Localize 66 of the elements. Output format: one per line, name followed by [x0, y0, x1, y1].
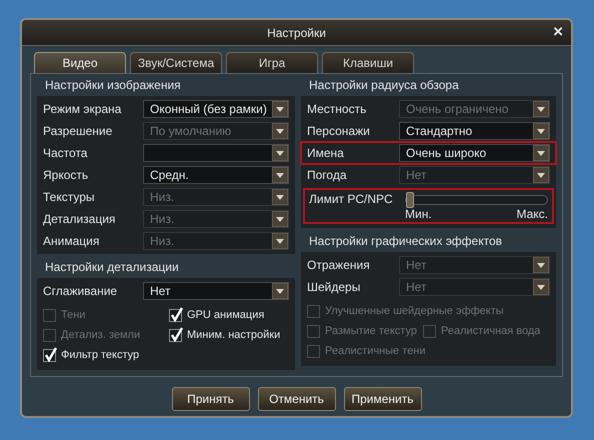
setting-label: Яркость	[43, 167, 90, 184]
slider-thumb[interactable]	[406, 192, 414, 208]
dropdown[interactable]: Оконный (без рамки)	[143, 100, 289, 118]
tab[interactable]: Звук/Система	[130, 52, 222, 73]
checkbox-label: GPU анимация	[187, 308, 264, 323]
dropdown-arrow-icon	[272, 283, 288, 299]
min-label: Мин.	[405, 207, 432, 222]
setting-label: Шейдеры	[307, 279, 362, 296]
checkbox-label: Улучшенные шейдерные эффекты	[325, 304, 504, 319]
dropdown-arrow-icon	[533, 145, 549, 161]
dropdown[interactable]	[143, 144, 289, 162]
section-title: Настройки детализации	[44, 259, 180, 276]
checkbox-label: Реалистичная вода	[441, 324, 540, 339]
dropdown[interactable]: Очень широко	[399, 144, 550, 162]
setting-label: Детализация	[43, 211, 116, 228]
checkbox[interactable]	[169, 328, 182, 342]
dropdown[interactable]: Стандартно	[399, 122, 550, 140]
checkbox-label: Фильтр текстур	[61, 348, 140, 363]
section-title: Настройки изображения	[44, 77, 182, 94]
close-button[interactable]: ×	[553, 22, 563, 42]
checkbox-label: Тени	[61, 308, 86, 323]
dialog-button[interactable]: Отменить	[258, 387, 336, 411]
dropdown-arrow-icon	[533, 279, 549, 295]
dropdown-arrow-icon	[272, 167, 288, 183]
section-title: Настройки графических эффектов	[308, 233, 504, 250]
checkbox-label: Размытие текстур	[325, 324, 417, 339]
checkmark-icon	[170, 306, 184, 322]
checkbox-label: Реалистичные тени	[325, 344, 426, 359]
dialog-button[interactable]: Принять	[172, 387, 250, 411]
setting-label: Погода	[307, 167, 348, 184]
setting-label: Разрешение	[43, 123, 114, 140]
dropdown[interactable]: Средн.	[143, 166, 289, 184]
dropdown-arrow-icon	[533, 123, 549, 139]
setting-label: Лимит PC/NPC	[309, 192, 394, 207]
checkbox-label: Детализ. земли	[61, 328, 140, 343]
checkmark-icon	[44, 346, 58, 362]
dropdown-arrow-icon	[272, 123, 288, 139]
setting-label: Местность	[307, 101, 368, 118]
checkmark-icon	[170, 326, 184, 342]
dropdown-arrow-icon	[272, 233, 288, 249]
max-label: Макс.	[516, 207, 548, 222]
dropdown[interactable]: Нет	[143, 282, 289, 300]
dropdown-arrow-icon	[533, 101, 549, 117]
section-title: Настройки радиуса обзора	[308, 77, 460, 94]
dropdown-arrow-icon	[533, 167, 549, 183]
dropdown-arrow-icon	[272, 189, 288, 205]
setting-label: Сглаживание	[43, 283, 118, 300]
checkbox[interactable]	[169, 308, 182, 322]
setting-label: Персонажи	[307, 123, 371, 140]
setting-label: Анимация	[43, 233, 100, 250]
tab[interactable]: Видео	[34, 52, 126, 73]
dropdown-arrow-icon	[533, 257, 549, 273]
setting-label: Имена	[307, 145, 345, 162]
dropdown-arrow-icon	[272, 101, 288, 117]
setting-label: Текстуры	[43, 189, 96, 206]
dropdown-arrow-icon	[272, 145, 288, 161]
checkbox-label: Миним. настройки	[187, 328, 280, 343]
setting-label: Отражения	[307, 257, 371, 274]
dialog-button[interactable]: Применить	[344, 387, 422, 411]
checkbox[interactable]	[43, 348, 56, 362]
tab[interactable]: Клавиши	[322, 52, 414, 73]
tab[interactable]: Игра	[226, 52, 318, 73]
window-title: Настройки	[267, 24, 326, 42]
setting-label: Режим экрана	[43, 101, 122, 118]
setting-label: Частота	[43, 145, 88, 162]
dropdown-arrow-icon	[272, 211, 288, 227]
